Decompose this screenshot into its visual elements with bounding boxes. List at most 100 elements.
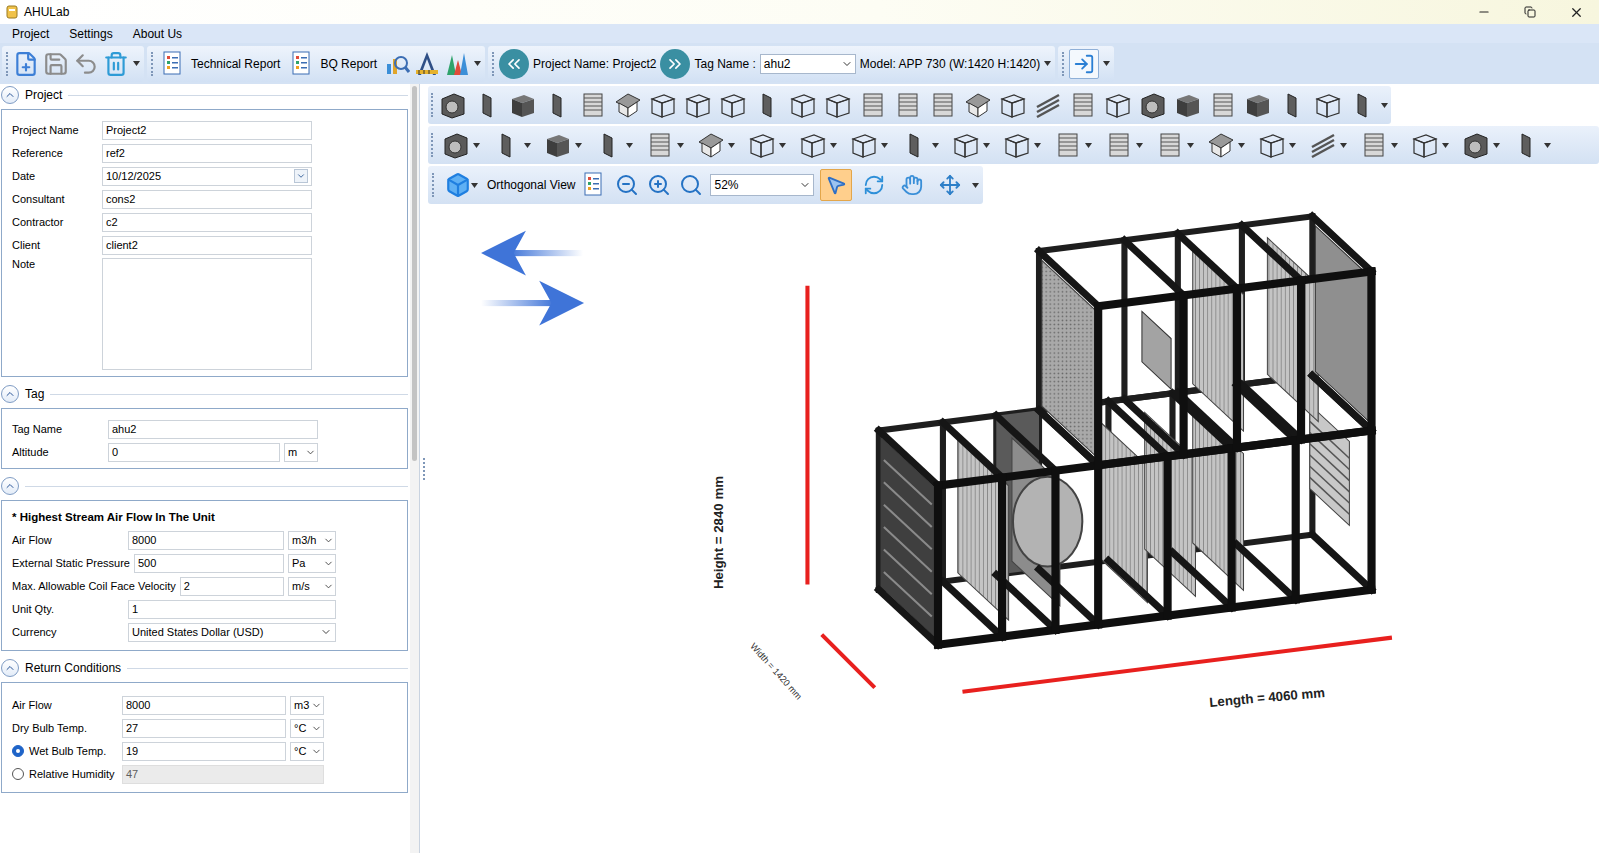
component-button[interactable]	[681, 88, 714, 122]
unit-select[interactable]: Pa	[288, 554, 336, 573]
field-input[interactable]: 500	[134, 554, 284, 573]
splitter[interactable]	[419, 84, 428, 853]
field-input[interactable]: c2	[102, 213, 312, 232]
toolbar-overflow-icon[interactable]	[1103, 61, 1110, 66]
dropdown-arrow-icon[interactable]	[830, 143, 837, 148]
dropdown-arrow-icon[interactable]	[1544, 143, 1551, 148]
component-dropdown-button[interactable]	[742, 128, 791, 162]
component-dropdown-button[interactable]	[1303, 128, 1352, 162]
view-mode-button[interactable]	[441, 170, 481, 200]
toolbar-overflow-icon[interactable]	[133, 61, 140, 66]
next-button[interactable]	[660, 49, 690, 79]
component-button[interactable]	[1031, 88, 1064, 122]
toolbar-grip[interactable]	[431, 93, 434, 117]
drawing-button[interactable]	[414, 49, 440, 79]
component-button[interactable]	[1206, 88, 1239, 122]
dropdown-arrow-icon[interactable]	[471, 183, 478, 188]
move-tool-button[interactable]	[934, 169, 966, 201]
dropdown-arrow-icon[interactable]	[1136, 143, 1143, 148]
field-input[interactable]: 19	[122, 742, 286, 761]
component-dropdown-button[interactable]	[1099, 128, 1148, 162]
model-canvas[interactable]: Height = 2840 mmWidth = 1420 mmLength = …	[428, 204, 1599, 853]
field-input[interactable]: ref2	[102, 144, 312, 163]
dropdown-arrow-icon[interactable]	[677, 143, 684, 148]
collapse-button[interactable]	[1, 385, 19, 403]
collapse-button[interactable]	[1, 477, 19, 495]
ahu-3d-view[interactable]: Height = 2840 mmWidth = 1420 mmLength = …	[428, 204, 1599, 853]
fit-view-button[interactable]	[582, 170, 608, 200]
component-dropdown-button[interactable]	[487, 128, 536, 162]
component-button[interactable]	[1066, 88, 1099, 122]
collapse-button[interactable]	[1, 659, 19, 677]
component-button[interactable]	[926, 88, 959, 122]
dropdown-arrow-icon[interactable]	[881, 143, 888, 148]
dropdown-arrow-icon[interactable]	[1085, 143, 1092, 148]
field-input[interactable]: 0	[108, 443, 280, 462]
dropdown-arrow-icon[interactable]	[1340, 143, 1347, 148]
field-input[interactable]: 1	[128, 600, 336, 619]
component-dropdown-button[interactable]	[895, 128, 944, 162]
component-dropdown-button[interactable]	[1354, 128, 1403, 162]
restore-button[interactable]	[1507, 0, 1553, 24]
dropdown-arrow-icon[interactable]	[473, 143, 480, 148]
component-dropdown-button[interactable]	[1456, 128, 1505, 162]
delete-button[interactable]	[103, 49, 129, 79]
component-button[interactable]	[891, 88, 924, 122]
field-input[interactable]: 10/12/2025	[102, 167, 312, 186]
menu-item[interactable]: Project	[2, 27, 59, 41]
component-button[interactable]	[506, 88, 539, 122]
component-button[interactable]	[1241, 88, 1274, 122]
component-button[interactable]	[996, 88, 1029, 122]
dropdown-arrow-icon[interactable]	[1238, 143, 1245, 148]
toolbar-grip[interactable]	[6, 52, 9, 76]
select-tool-button[interactable]	[820, 169, 852, 201]
component-dropdown-button[interactable]	[538, 128, 587, 162]
rotate-tool-button[interactable]	[858, 169, 890, 201]
toolbar-overflow-icon[interactable]	[1381, 103, 1388, 108]
radio-button[interactable]	[12, 745, 24, 757]
scroll-thumb[interactable]	[412, 86, 417, 461]
toolbar-overflow-icon[interactable]	[1044, 61, 1051, 66]
dropdown-arrow-icon[interactable]	[524, 143, 531, 148]
report-button[interactable]: Technical Report	[158, 50, 283, 78]
component-dropdown-button[interactable]	[436, 128, 485, 162]
component-button[interactable]	[646, 88, 679, 122]
dropdown-arrow-icon[interactable]	[1187, 143, 1194, 148]
toolbar-grip[interactable]	[432, 173, 435, 197]
component-button[interactable]	[1346, 88, 1379, 122]
component-dropdown-button[interactable]	[1507, 128, 1556, 162]
dropdown-arrow-icon[interactable]	[1034, 143, 1041, 148]
collapse-button[interactable]	[1, 86, 19, 104]
pan-tool-button[interactable]	[896, 169, 928, 201]
chart-button[interactable]	[444, 49, 470, 79]
zoom-fit-button[interactable]	[678, 170, 704, 200]
zoom-select[interactable]: 52%	[710, 174, 814, 196]
zoom-out-button[interactable]	[614, 170, 640, 200]
component-button[interactable]	[576, 88, 609, 122]
component-button[interactable]	[1101, 88, 1134, 122]
component-button[interactable]	[471, 88, 504, 122]
field-input[interactable]: United States Dollar (USD)	[128, 623, 336, 642]
toolbar-grip[interactable]	[1062, 52, 1065, 76]
component-dropdown-button[interactable]	[589, 128, 638, 162]
component-dropdown-button[interactable]	[1048, 128, 1097, 162]
unit-select[interactable]: m	[284, 443, 318, 462]
toolbar-overflow-icon[interactable]	[474, 61, 481, 66]
radio-button[interactable]	[12, 768, 24, 780]
dropdown-arrow-icon[interactable]	[1493, 143, 1500, 148]
unit-select[interactable]: m3/h	[288, 531, 336, 550]
component-dropdown-button[interactable]	[946, 128, 995, 162]
field-input[interactable]: ahu2	[108, 420, 318, 439]
toolbar-grip[interactable]	[492, 52, 495, 76]
component-button[interactable]	[821, 88, 854, 122]
dropdown-arrow-icon[interactable]	[1289, 143, 1296, 148]
component-dropdown-button[interactable]	[1252, 128, 1301, 162]
dropdown-arrow-icon[interactable]	[1442, 143, 1449, 148]
menu-item[interactable]: About Us	[123, 27, 192, 41]
toolbar-grip[interactable]	[151, 52, 154, 76]
exit-button[interactable]	[1069, 49, 1099, 79]
component-dropdown-button[interactable]	[640, 128, 689, 162]
dropdown-arrow-icon[interactable]	[575, 143, 582, 148]
dropdown-arrow-icon[interactable]	[1391, 143, 1398, 148]
component-dropdown-button[interactable]	[997, 128, 1046, 162]
